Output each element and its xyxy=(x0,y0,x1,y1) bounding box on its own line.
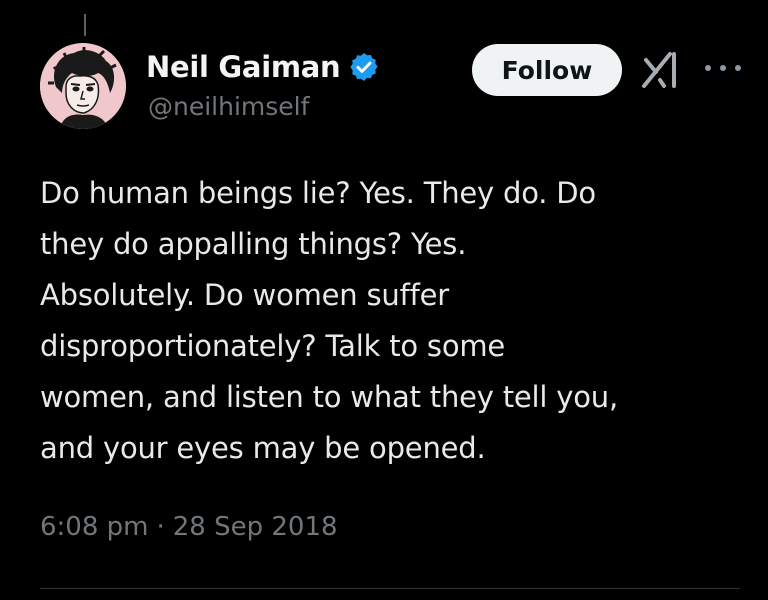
tweet-timestamp[interactable]: 6:08 pm · 28 Sep 2018 xyxy=(40,512,338,542)
thread-connector-line xyxy=(84,14,86,36)
more-dot xyxy=(705,65,711,71)
verified-badge-icon[interactable] xyxy=(348,50,382,84)
tweet-date[interactable]: 28 Sep 2018 xyxy=(173,512,338,542)
more-options-icon[interactable] xyxy=(705,56,741,80)
author-handle[interactable]: @neilhimself xyxy=(148,92,309,121)
grok-icon[interactable] xyxy=(640,50,682,90)
avatar[interactable] xyxy=(40,43,126,129)
timestamp-separator: · xyxy=(156,512,165,542)
author-name-row: Neil Gaiman xyxy=(146,48,382,86)
follow-button[interactable]: Follow xyxy=(472,44,622,96)
more-dot xyxy=(735,65,741,71)
divider xyxy=(40,588,740,589)
tweet-text: Do human beings lie? Yes. They do. Do th… xyxy=(40,176,618,465)
avatar-portrait-icon xyxy=(40,43,126,129)
tweet-time[interactable]: 6:08 pm xyxy=(40,512,148,542)
author-display-name[interactable]: Neil Gaiman xyxy=(146,50,341,84)
more-dot xyxy=(720,65,726,71)
